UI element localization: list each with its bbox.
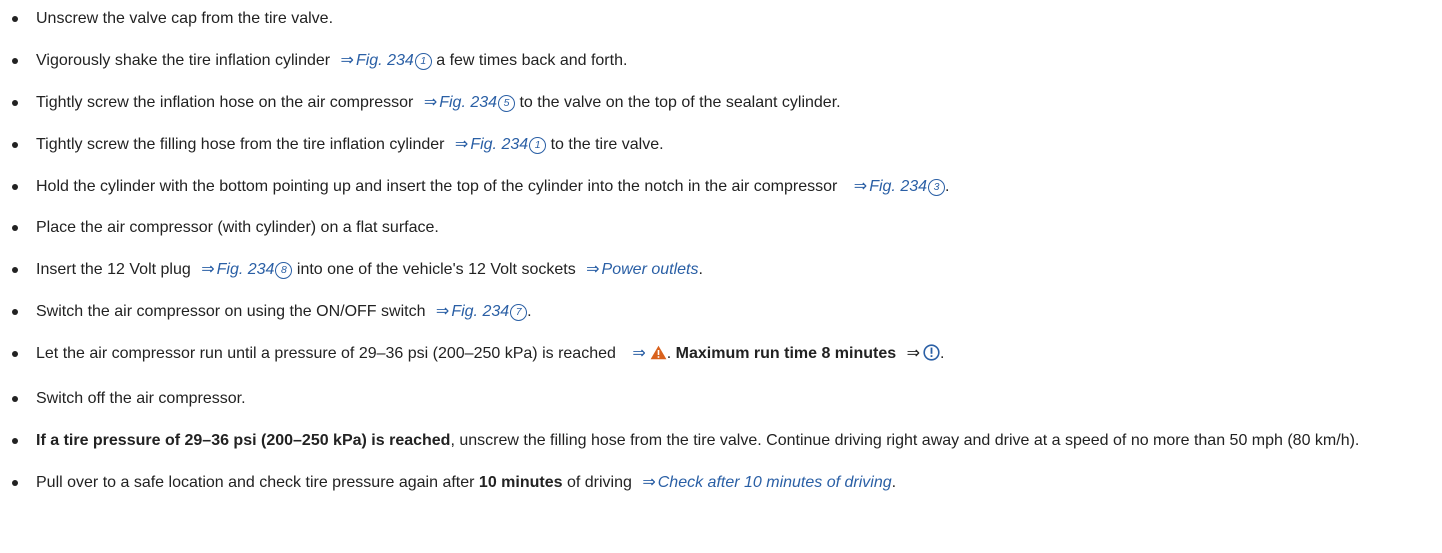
arrow-icon: ⇒ [642,473,656,491]
bullet-icon [12,16,18,22]
figure-ref: Fig. 234 [451,303,510,321]
step-text: Vigorously shake the tire inflation cyli… [36,51,331,69]
arrow-icon: ⇒ [906,345,921,363]
list-item: Hold the cylinder with the bottom pointi… [0,174,1442,199]
figure-callout-number: 5 [498,94,516,112]
arrow-icon: ⇒ [340,51,354,69]
step-text: . [891,473,897,491]
figure-ref: Fig. 234 [470,135,529,153]
warning-triangle-icon [650,343,667,368]
step-text: . [666,345,672,363]
figure-ref: Fig. 234 [869,177,928,195]
instruction-list: Unscrew the valve cap from the tire valv… [0,6,1442,495]
bold-text: Maximum run time 8 minutes [675,345,897,363]
figure-link[interactable]: ⇒ Fig. 234 3 [848,177,946,196]
step-text: to the tire valve. [550,135,664,153]
warning-link[interactable]: ⇒ [626,345,667,363]
figure-ref: Fig. 234 [216,261,275,279]
bullet-icon [12,267,18,274]
step-text: Pull over to a safe location and check t… [36,473,475,491]
link-text: Power outlets [601,261,699,279]
figure-callout-number: 7 [510,304,528,322]
list-item: Switch the air compressor on using the O… [0,299,1442,324]
bullet-icon [12,141,18,148]
figure-callout-number: 1 [529,136,547,154]
step-text: . [940,345,945,363]
figure-link[interactable]: ⇒ Fig. 234 1 [449,135,547,154]
list-item: Tightly screw the filling hose from the … [0,132,1442,157]
bold-text: 10 minutes [478,473,563,491]
list-item: Let the air compressor run until a press… [0,341,1442,369]
figure-link[interactable]: ⇒ Fig. 234 7 [430,303,528,322]
step-text: Place the air compressor (with cylinder)… [36,219,439,237]
step-text: Unscrew the valve cap from the tire valv… [36,10,334,27]
figure-callout-number: 3 [928,178,946,196]
step-text: Switch off the air compressor. [36,390,246,408]
link-text: Check after 10 minutes of driving [657,473,892,491]
arrow-icon: ⇒ [454,135,469,153]
bullet-icon [12,99,18,106]
arrow-icon: ⇒ [201,261,215,279]
step-text: Tightly screw the inflation hose on the … [36,93,414,111]
list-item: If a tire pressure of 29–36 psi (200–250… [0,428,1442,453]
power-outlets-link[interactable]: ⇒ Power outlets [580,261,698,278]
bullet-icon [12,183,18,190]
arrow-icon: ⇒ [435,303,450,321]
arrow-icon: ⇒ [632,345,646,363]
arrow-icon: ⇒ [586,261,600,279]
check-after-driving-link[interactable]: ⇒ Check after 10 minutes of driving [636,474,891,491]
list-item: Place the air compressor (with cylinder)… [0,215,1442,240]
step-text: Insert the 12 Volt plug [36,261,191,279]
figure-callout-number: 8 [275,262,293,280]
step-text: , unscrew the filling hose from the tire… [450,431,1360,449]
notice-exclamation-icon [923,344,940,369]
step-text: Tightly screw the filling hose from the … [36,135,445,153]
figure-link[interactable]: ⇒ Fig. 234 1 [335,51,432,70]
list-item: Switch off the air compressor. [0,386,1442,411]
bullet-icon [12,396,18,403]
bullet-icon [12,225,18,232]
bullet-icon [12,437,18,444]
step-text: a few times back and forth. [436,51,628,69]
step-text: of driving [566,473,632,491]
list-item: Pull over to a safe location and check t… [0,470,1442,495]
figure-ref: Fig. 234 [439,93,498,111]
figure-link[interactable]: ⇒ Fig. 234 8 [195,261,293,280]
figure-ref: Fig. 234 [355,51,414,69]
step-text: . [945,177,950,195]
figure-callout-number: 1 [414,52,432,70]
bold-text: If a tire pressure of 29–36 psi (200–250… [36,431,451,449]
list-item: Unscrew the valve cap from the tire valv… [0,6,1442,31]
bullet-icon [12,57,18,64]
list-item: Vigorously shake the tire inflation cyli… [0,48,1442,73]
notice-link[interactable]: ⇒ [901,344,940,363]
step-text: to the valve on the top of the sealant c… [519,93,841,111]
step-text: Hold the cylinder with the bottom pointi… [36,177,838,195]
step-text: into one of the vehicle's 12 Volt socket… [296,261,576,279]
bullet-icon [12,351,18,358]
list-item: Insert the 12 Volt plug ⇒ Fig. 234 8 into … [0,257,1442,282]
bullet-icon [12,479,18,486]
bullet-icon [12,309,18,316]
list-item: Tightly screw the inflation hose on the … [0,90,1442,115]
step-text: Let the air compressor run until a press… [36,345,616,363]
step-text: . [698,261,703,279]
step-text: . [527,303,532,321]
arrow-icon: ⇒ [423,93,438,111]
step-text: Switch the air compressor on using the O… [36,303,426,321]
arrow-icon: ⇒ [853,177,868,195]
figure-link[interactable]: ⇒ Fig. 234 5 [418,93,516,112]
